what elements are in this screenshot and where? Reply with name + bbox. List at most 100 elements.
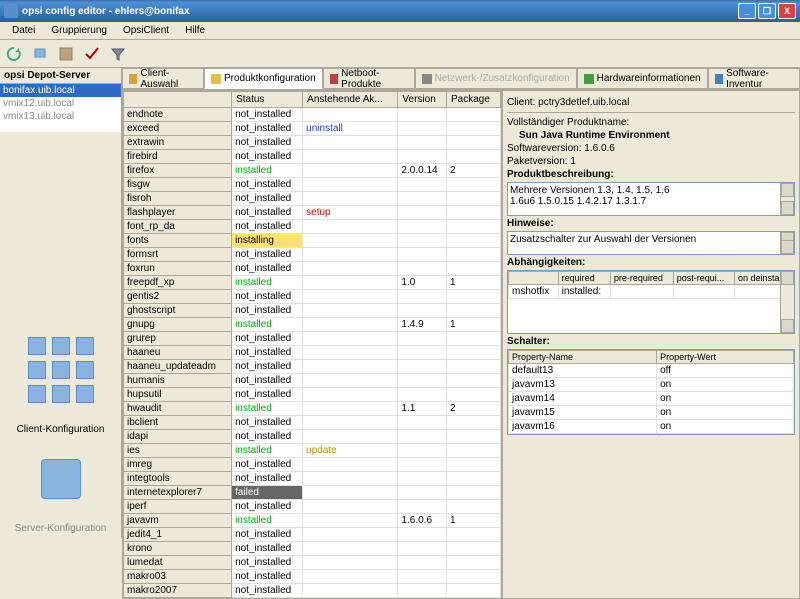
col-header[interactable] — [124, 92, 232, 108]
menubar: Datei Gruppierung OpsiClient Hilfe — [0, 22, 800, 40]
table-row[interactable]: iesinstalledupdate — [124, 444, 501, 458]
menu-gruppierung[interactable]: Gruppierung — [43, 23, 115, 38]
close-button[interactable]: X — [778, 3, 796, 19]
table-row[interactable]: haaneunot_installed — [124, 346, 501, 360]
table-row[interactable]: idapinot_installed — [124, 430, 501, 444]
prop-header-name[interactable]: Property-Name — [509, 351, 657, 364]
table-row[interactable]: grurepnot_installed — [124, 332, 501, 346]
tab-4[interactable]: Hardwareinformationen — [577, 68, 708, 89]
fullname-label: Vollständiger Produktname: — [507, 117, 795, 128]
tab-5[interactable]: Software-Inventur — [708, 68, 800, 89]
col-header[interactable]: Anstehende Ak... — [303, 92, 398, 108]
desc-label: Produktbeschreibung: — [507, 169, 614, 180]
table-row[interactable]: gentis2not_installed — [124, 290, 501, 304]
table-row[interactable]: hupsutilnot_installed — [124, 388, 501, 402]
table-row[interactable]: iperfnot_installed — [124, 500, 501, 514]
scrollbar[interactable] — [780, 232, 794, 254]
table-row[interactable]: ghostscriptnot_installed — [124, 304, 501, 318]
table-row[interactable]: fisrohnot_installed — [124, 192, 501, 206]
menu-hilfe[interactable]: Hilfe — [177, 23, 213, 38]
reload-icon[interactable] — [4, 44, 24, 64]
table-row[interactable]: firebirdnot_installed — [124, 150, 501, 164]
pkgver-value: 1 — [570, 156, 576, 167]
maximize-button[interactable]: ❐ — [758, 3, 776, 19]
table-row[interactable]: humanisnot_installed — [124, 374, 501, 388]
scrollbar[interactable] — [780, 183, 794, 215]
table-row[interactable]: integtoolsnot_installed — [124, 472, 501, 486]
tab-2[interactable]: Netboot-Produkte — [323, 68, 415, 89]
hints-box[interactable]: Zusatzschalter zur Auswahl der Versionen — [507, 231, 795, 255]
table-row[interactable]: flashplayernot_installedsetup — [124, 206, 501, 220]
table-row[interactable]: fontsinstalling — [124, 234, 501, 248]
new-client-icon[interactable] — [30, 44, 50, 64]
tab-3[interactable]: Netzwerk-/Zusatzkonfiguration — [415, 68, 577, 89]
table-row[interactable]: freepdf_xpinstalled1.01 — [124, 276, 501, 290]
server-list[interactable]: bonifax.uib.local vmix12.uib.local vmix1… — [0, 84, 121, 132]
table-row[interactable]: gnupginstalled1.4.91 — [124, 318, 501, 332]
app-icon — [4, 4, 18, 18]
hints-text: Zusatzschalter zur Auswahl der Versionen — [510, 234, 696, 245]
table-row[interactable]: makro2007not_installed — [124, 584, 501, 598]
table-row[interactable]: firefoxinstalled2.0.0.142 — [124, 164, 501, 178]
window-title: opsi config editor - ehlers@bonifax — [22, 6, 738, 17]
col-header[interactable]: Status — [232, 92, 303, 108]
table-row[interactable]: internetexplorer7failed — [124, 486, 501, 500]
left-panel: opsi Depot-Server bonifax.uib.local vmix… — [0, 68, 122, 538]
scrollbar[interactable] — [780, 271, 794, 333]
col-header[interactable]: Package — [447, 92, 501, 108]
server-icon-area — [0, 439, 121, 519]
details-panel: Client: pctry3detlef.uib.local Vollständ… — [502, 90, 800, 599]
server-item[interactable]: bonifax.uib.local — [0, 84, 121, 97]
table-row[interactable]: krononot_installed — [124, 542, 501, 556]
menu-datei[interactable]: Datei — [4, 23, 43, 38]
save-icon[interactable] — [56, 44, 76, 64]
filter-icon[interactable] — [108, 44, 128, 64]
menu-opsiclient[interactable]: OpsiClient — [115, 23, 177, 38]
prop-row[interactable]: default13off — [509, 364, 794, 378]
pkgver-label: Paketversion: — [507, 156, 568, 167]
table-row[interactable]: javavminstalled1.6.0.61 — [124, 514, 501, 528]
props-label: Schalter: — [507, 336, 550, 347]
client-config-label[interactable]: Client-Konfiguration — [0, 420, 121, 439]
server-item[interactable]: vmix13.uib.local — [0, 110, 121, 123]
check-icon[interactable] — [82, 44, 102, 64]
fullname-value: Sun Java Runtime Environment — [519, 130, 670, 141]
swver-value: 1.6.0.6 — [584, 143, 615, 154]
table-row[interactable]: makro03not_installed — [124, 570, 501, 584]
minimize-button[interactable]: _ — [738, 3, 756, 19]
prop-row[interactable]: javavm15on — [509, 406, 794, 420]
product-table[interactable]: StatusAnstehende Ak...VersionPackageendn… — [122, 90, 502, 599]
tab-bar: Client-AuswahlProduktkonfigurationNetboo… — [122, 68, 800, 90]
deps-box[interactable]: requiredpre-requiredpost-requi...on dein… — [507, 270, 795, 334]
prop-row[interactable]: javavm13on — [509, 378, 794, 392]
table-row[interactable]: fisgwnot_installed — [124, 178, 501, 192]
tab-1[interactable]: Produktkonfiguration — [204, 68, 323, 89]
clients-icon — [0, 320, 121, 420]
table-row[interactable]: imregnot_installed — [124, 458, 501, 472]
table-row[interactable]: lumedatnot_installed — [124, 556, 501, 570]
desc-text: Mehrere Versionen 1.3, 1.4, 1.5, 1.6 1.6… — [510, 185, 670, 207]
table-row[interactable]: hwauditinstalled1.12 — [124, 402, 501, 416]
hints-label: Hinweise: — [507, 218, 554, 229]
table-row[interactable]: haaneu_updateadmnot_installed — [124, 360, 501, 374]
col-header[interactable]: Version — [398, 92, 447, 108]
table-row[interactable]: foxrunnot_installed — [124, 262, 501, 276]
table-row[interactable]: ibclientnot_installed — [124, 416, 501, 430]
prop-row[interactable]: javavm14on — [509, 392, 794, 406]
table-row[interactable]: jedit4_1not_installed — [124, 528, 501, 542]
dep-required: installed: — [558, 285, 610, 299]
table-row[interactable]: formsrtnot_installed — [124, 248, 501, 262]
prop-row[interactable]: javavm16on — [509, 420, 794, 434]
toolbar — [0, 40, 800, 68]
tab-0[interactable]: Client-Auswahl — [122, 68, 204, 89]
table-row[interactable]: endnotenot_installed — [124, 108, 501, 122]
table-row[interactable]: font_rp_danot_installed — [124, 220, 501, 234]
desc-box[interactable]: Mehrere Versionen 1.3, 1.4, 1.5, 1.6 1.6… — [507, 182, 795, 216]
depot-label: opsi Depot-Server — [0, 68, 121, 84]
server-item[interactable]: vmix12.uib.local — [0, 97, 121, 110]
server-config-label[interactable]: Server-Konfiguration — [0, 519, 121, 538]
props-box[interactable]: Property-Name Property-Wert default13off… — [507, 349, 795, 435]
table-row[interactable]: exceednot_installeduninstall — [124, 122, 501, 136]
table-row[interactable]: extrawinnot_installed — [124, 136, 501, 150]
prop-header-value[interactable]: Property-Wert — [657, 351, 794, 364]
